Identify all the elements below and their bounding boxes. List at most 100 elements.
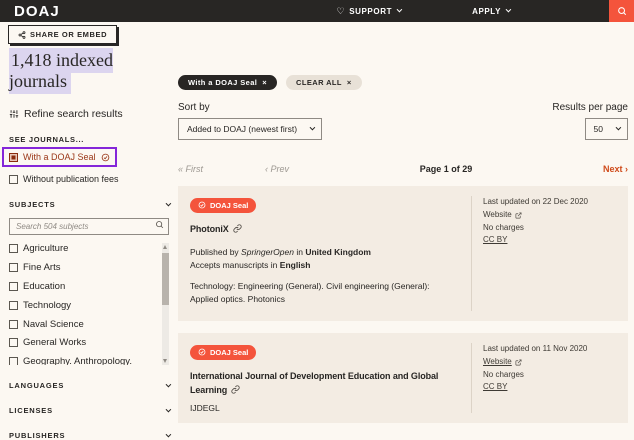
chevron-down-icon — [166, 381, 172, 387]
journal-title-link[interactable]: International Journal of Development Edu… — [190, 371, 438, 395]
nav-support-label: SUPPORT — [349, 7, 392, 16]
chevron-down-icon — [506, 7, 512, 13]
subjects-section-header[interactable]: SUBJECTS — [9, 200, 169, 209]
scrollbar-thumb[interactable] — [162, 253, 169, 305]
subject-label[interactable]: General Works — [23, 337, 86, 349]
subjects-search-input[interactable] — [9, 218, 169, 235]
chevron-down-icon — [397, 7, 403, 13]
license-link[interactable]: CC BY — [483, 234, 507, 247]
with-doaj-seal-checkbox[interactable] — [9, 153, 18, 162]
subject-checkbox[interactable] — [9, 320, 18, 329]
publisher-name: SpringerOpen — [241, 247, 294, 257]
subject-label[interactable]: Technology — [23, 300, 71, 312]
seal-check-icon — [101, 153, 110, 162]
pagination-next[interactable]: Next › — [603, 164, 628, 174]
nav-support[interactable]: ♡ SUPPORT — [337, 6, 401, 17]
scroll-down-arrow-icon[interactable] — [163, 359, 167, 363]
subject-item: Agriculture — [9, 243, 155, 255]
doaj-seal-badge-label: DOAJ Seal — [210, 348, 248, 357]
subjects-heading: SUBJECTS — [9, 200, 55, 209]
journal-title-link[interactable]: PhotoniX — [190, 224, 229, 234]
subjects-scrollbar[interactable] — [162, 243, 169, 365]
doaj-seal-badge: DOAJ Seal — [190, 198, 256, 213]
sort-by-label: Sort by — [178, 102, 210, 113]
filters-sidebar: 1,418 indexed journals Refine search res… — [9, 50, 169, 440]
subject-checkbox[interactable] — [9, 244, 18, 253]
share-or-embed-button[interactable]: SHARE OR EMBED — [8, 25, 117, 44]
licenses-heading: LICENSES — [9, 406, 53, 415]
subject-item: Naval Science — [9, 319, 155, 331]
top-navbar: DOAJ ♡ SUPPORT APPLY — [0, 0, 634, 22]
pagination-prev[interactable]: ‹ Prev — [265, 164, 289, 174]
subject-checkbox[interactable] — [9, 263, 18, 272]
without-publication-fees-checkbox[interactable] — [9, 175, 18, 184]
link-icon[interactable] — [233, 224, 242, 233]
languages-section-header[interactable]: LANGUAGES — [9, 381, 169, 390]
doaj-seal-badge: DOAJ Seal — [190, 345, 256, 360]
publisher-country: United Kingdom — [305, 247, 371, 257]
search-icon — [617, 6, 627, 16]
header-search-button[interactable] — [609, 0, 634, 22]
subject-checkbox[interactable] — [9, 338, 18, 347]
with-doaj-seal-annotation-box: With a DOAJ Seal — [2, 147, 117, 167]
scroll-up-arrow-icon[interactable] — [163, 245, 167, 249]
journal-subjects: Technology: Engineering (General). Civil… — [190, 280, 460, 306]
subject-checkbox[interactable] — [9, 301, 18, 310]
see-journals-label: SEE JOURNALS... — [9, 135, 169, 144]
without-publication-fees-row: Without publication fees — [9, 174, 169, 184]
subject-item: Technology — [9, 300, 155, 312]
last-updated: Last updated on 11 Nov 2020 — [483, 343, 616, 356]
charges-info: No charges — [483, 369, 616, 382]
link-icon[interactable] — [231, 385, 240, 394]
without-publication-fees-label[interactable]: Without publication fees — [23, 174, 119, 184]
search-icon — [155, 220, 164, 229]
charges-info: No charges — [483, 222, 616, 235]
license-link[interactable]: CC BY — [483, 381, 507, 394]
results-count-heading: 1,418 indexed journals — [9, 50, 169, 92]
last-updated: Last updated on 22 Dec 2020 — [483, 196, 616, 209]
results-panel: With a DOAJ Seal × CLEAR ALL × Sort by R… — [178, 75, 628, 423]
chevron-down-icon — [616, 125, 622, 131]
licenses-section-header[interactable]: LICENSES — [9, 406, 169, 415]
active-filter-chip[interactable]: With a DOAJ Seal × — [178, 75, 277, 90]
share-icon — [18, 31, 26, 39]
nav-apply[interactable]: APPLY — [472, 7, 509, 16]
subject-item: Fine Arts — [9, 262, 155, 274]
doaj-logo[interactable]: DOAJ — [14, 3, 60, 20]
sliders-filter-icon — [9, 109, 19, 119]
per-page-value: 50 — [594, 124, 603, 134]
seal-check-icon — [198, 201, 206, 209]
with-doaj-seal-label[interactable]: With a DOAJ Seal — [23, 152, 96, 162]
subjects-search — [9, 216, 169, 235]
subject-checkbox[interactable] — [9, 357, 18, 365]
publishers-section-header[interactable]: PUBLISHERS — [9, 431, 169, 440]
journal-result-card: DOAJ Seal International Journal of Devel… — [178, 333, 628, 423]
subject-label[interactable]: Education — [23, 281, 65, 293]
seal-check-icon — [198, 348, 206, 356]
nav-apply-label: APPLY — [472, 7, 501, 16]
subject-label[interactable]: Agriculture — [23, 243, 68, 255]
subject-item: General Works — [9, 337, 155, 349]
clear-all-chip[interactable]: CLEAR ALL × — [286, 75, 362, 90]
pagination-first[interactable]: « First — [178, 164, 203, 174]
website-link[interactable]: Website — [483, 209, 522, 222]
refine-label: Refine search results — [24, 108, 123, 120]
subject-checkbox[interactable] — [9, 282, 18, 291]
clear-all-label: CLEAR ALL — [296, 78, 342, 87]
subject-label[interactable]: Naval Science — [23, 319, 84, 331]
journal-title: PhotoniX — [190, 223, 471, 237]
journal-meta: Last updated on 22 Dec 2020 Website No c… — [483, 196, 616, 311]
subject-label[interactable]: Fine Arts — [23, 262, 61, 274]
doaj-seal-badge-label: DOAJ Seal — [210, 201, 248, 210]
chevron-down-icon — [166, 431, 172, 437]
active-filters: With a DOAJ Seal × CLEAR ALL × — [178, 75, 628, 90]
external-link-icon — [515, 359, 522, 366]
per-page-select[interactable]: 50 — [585, 118, 628, 140]
close-icon[interactable]: × — [347, 78, 352, 87]
card-divider — [471, 196, 472, 311]
pagination-current: Page 1 of 29 — [289, 164, 603, 174]
subject-label[interactable]: Geography. Anthropology. Recreation — [23, 356, 155, 365]
close-icon[interactable]: × — [262, 78, 267, 87]
sort-select[interactable]: Added to DOAJ (newest first) — [178, 118, 322, 140]
website-link[interactable]: Website — [483, 356, 522, 369]
